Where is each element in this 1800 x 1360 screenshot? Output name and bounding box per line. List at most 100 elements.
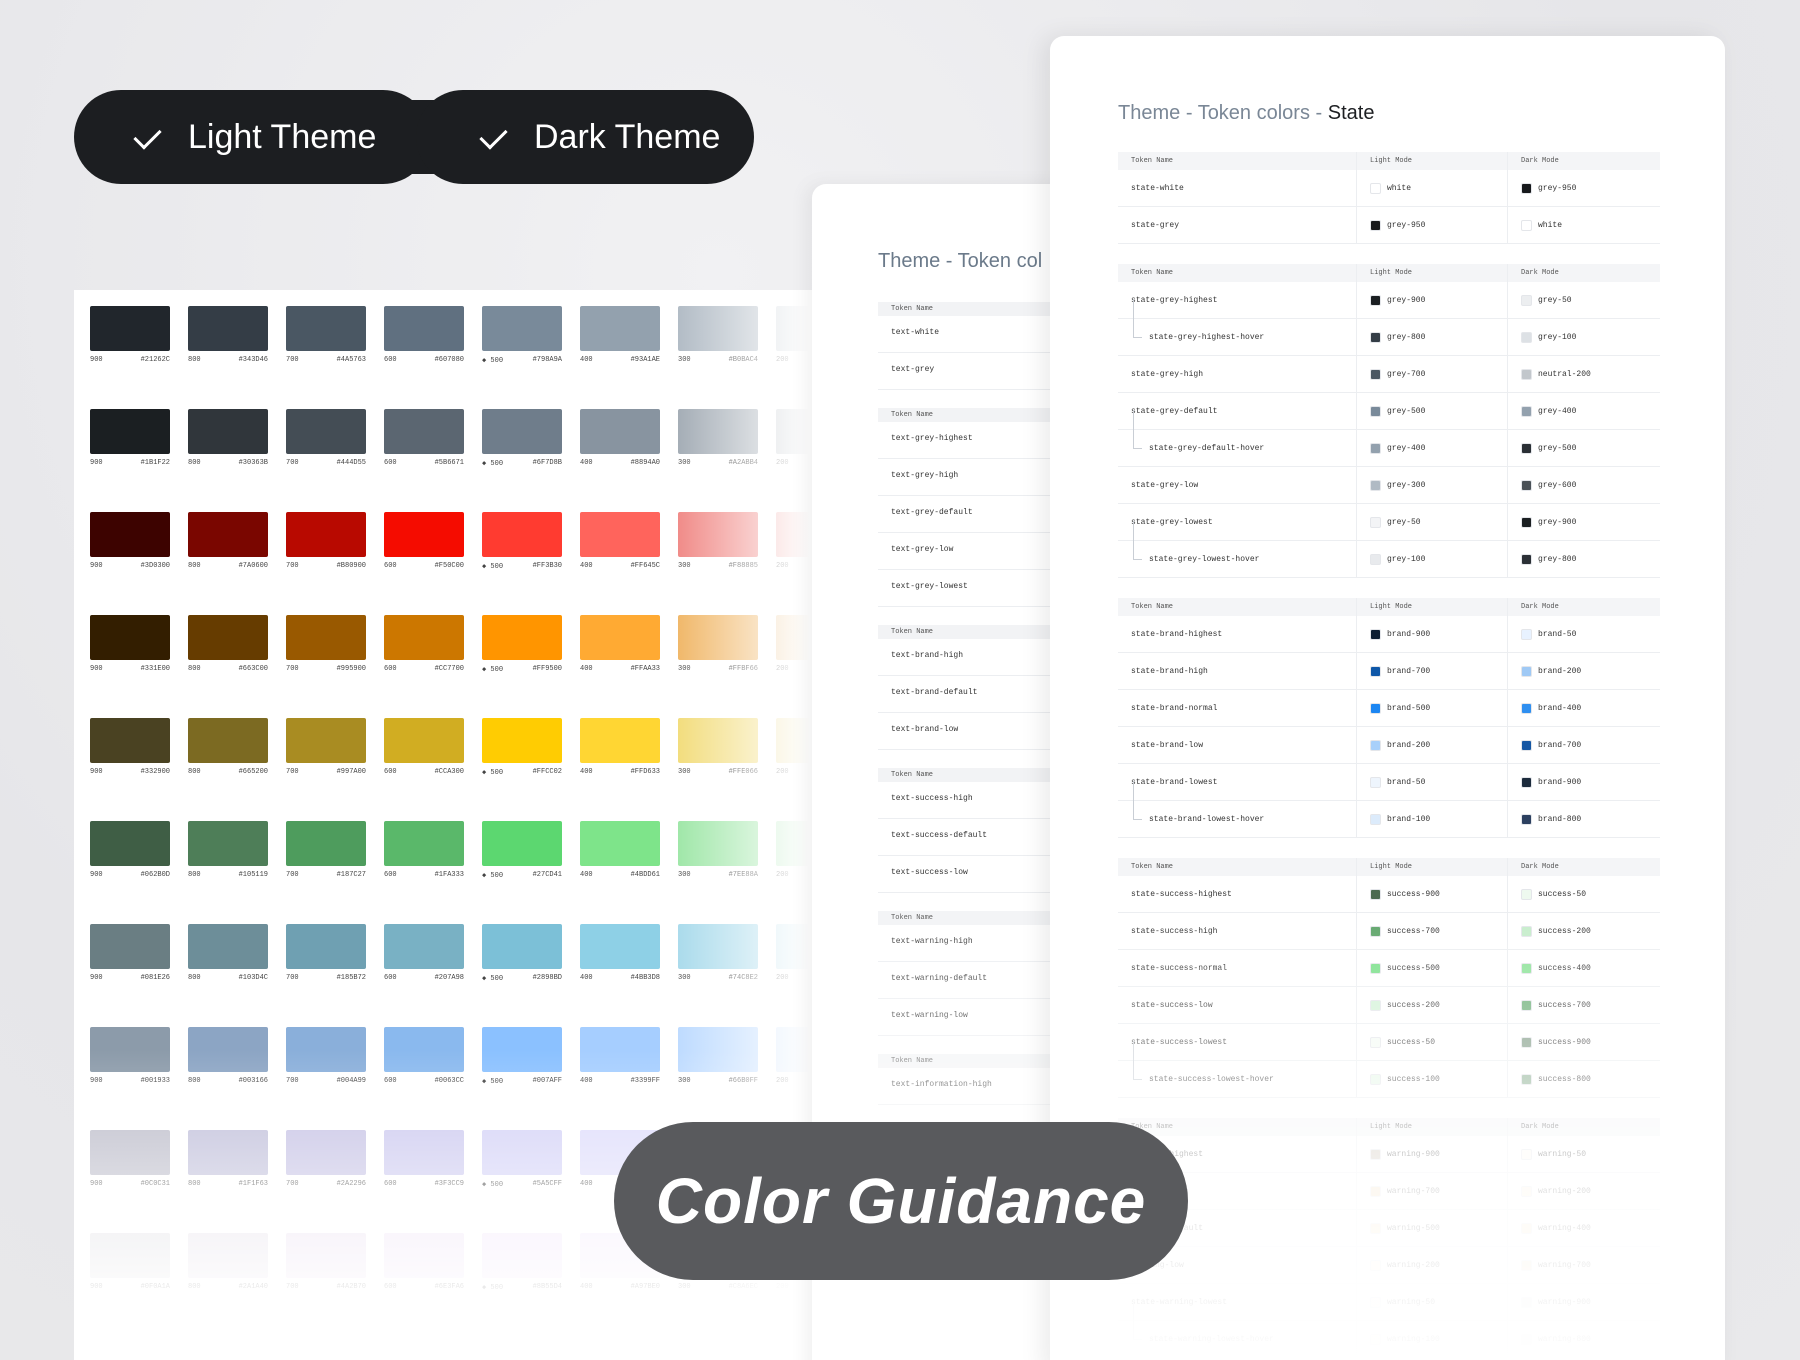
swatch-label: ◆ 500 #FF3B30 [482, 562, 562, 571]
state-token-row: state-grey-highest-hover grey-800 grey-100 [1118, 299, 1660, 356]
text-token-row: text-brand-low [878, 713, 1072, 750]
swatch-hex: #FFAA33 [630, 665, 660, 673]
swatch-label: 400 #FF645C [580, 562, 660, 570]
swatch-label: 800 #343D46 [188, 356, 268, 364]
swatch-hex: #CCA300 [434, 768, 464, 776]
swatch-success-3 [384, 821, 464, 866]
swatch-success-1 [188, 821, 268, 866]
text-token-row: text-grey-default [878, 496, 1072, 533]
dark-mode-cell: brand-50 [1507, 616, 1660, 652]
header-cell: Token Name [1131, 603, 1174, 611]
swatch-hex: #997A00 [336, 768, 366, 776]
text-token-row: text-grey [878, 353, 1072, 390]
color-chip [1370, 516, 1381, 528]
text-token-header: Token Name [878, 768, 1072, 782]
check-icon [474, 127, 508, 147]
header-cell: Token Name [1131, 157, 1174, 165]
color-chip [1521, 294, 1532, 306]
color-chip [1370, 219, 1381, 231]
title-theme: Theme [1118, 102, 1181, 124]
swatch-hex: #FF9500 [532, 665, 562, 673]
light-theme-badge: Light Theme [74, 90, 430, 184]
token-name: state-brand-highest [1131, 629, 1223, 639]
swatch-step: 900 [90, 562, 103, 570]
swatch-hex: #332900 [140, 768, 170, 776]
swatch-step: 400 [580, 356, 593, 364]
dark-mode-value: grey-600 [1538, 480, 1577, 490]
swatch-hex: #CC7700 [434, 665, 464, 673]
light-mode-value: grey-300 [1387, 480, 1426, 490]
text-token-row: text-grey-low [878, 533, 1072, 570]
swatch-hex: #103D4C [238, 974, 268, 982]
swatch-label: 900 #062B0D [90, 871, 170, 879]
color-chip [1521, 331, 1532, 343]
dark-mode-cell: brand-700 [1507, 727, 1660, 763]
title-sep: - [1315, 102, 1323, 124]
light-mode-value: grey-950 [1387, 220, 1426, 230]
swatch-hex: #995900 [336, 665, 366, 673]
swatch-hex: #4A5763 [336, 356, 366, 364]
token-name: state-brand-lowest [1131, 777, 1218, 787]
swatch-neutral-4 [482, 409, 562, 454]
text-token-row: text-grey-high [878, 459, 1072, 496]
dark-mode-value: grey-100 [1538, 332, 1577, 342]
swatch-step: 900 [90, 356, 103, 364]
dark-mode-value: neutral-200 [1538, 369, 1591, 379]
header-cell: Light Mode [1356, 264, 1507, 282]
token-name: state-white [1131, 183, 1184, 193]
swatch-step: 800 [188, 562, 201, 570]
swatch-neutral-0 [90, 409, 170, 454]
swatch-label: 600 #CCA300 [384, 768, 464, 776]
color-chip [1370, 776, 1381, 788]
swatch-step: 900 [90, 974, 103, 982]
swatch-red-3 [384, 512, 464, 557]
header-cell: Dark Mode [1507, 858, 1660, 876]
state-token-row: state-brand-normal brand-500 brand-400 [1118, 690, 1660, 727]
swatch-label: 800 #105119 [188, 871, 268, 879]
swatch-orange-1 [188, 615, 268, 660]
light-mode-value: brand-100 [1387, 814, 1431, 824]
swatch-hex: #665200 [238, 768, 268, 776]
state-token-row: state-grey-highest grey-900 grey-50 [1118, 282, 1660, 319]
swatch-neutral-2 [286, 409, 366, 454]
dark-mode-value: grey-500 [1538, 443, 1577, 453]
swatch-label: 700 #187C27 [286, 871, 366, 879]
swatch-step: 400 [580, 768, 593, 776]
light-mode-cell: brand-50 [1356, 764, 1507, 800]
swatch-label: 900 #21262C [90, 356, 170, 364]
token-name: state-grey-default-hover [1118, 410, 1356, 466]
swatch-hex: #FF645C [630, 562, 660, 570]
token-name: state-grey-lowest-hover [1118, 521, 1356, 577]
swatch-hex: #5B6671 [434, 459, 464, 467]
dark-mode-cell: brand-400 [1507, 690, 1660, 726]
light-mode-value: grey-800 [1387, 332, 1426, 342]
state-token-row: state-grey-default grey-500 grey-400 [1118, 393, 1660, 430]
swatch-step: 600 [384, 665, 397, 673]
swatch-orange-0 [90, 615, 170, 660]
swatch-hex: #FF3B30 [532, 562, 562, 570]
text-token-row: text-brand-high [878, 639, 1072, 676]
dark-mode-cell: grey-600 [1507, 467, 1660, 503]
color-chip [1521, 628, 1532, 640]
swatch-step: ◆ 500 [482, 563, 504, 571]
state-token-panel-title: Theme - Token colors - State [1118, 102, 1374, 125]
color-chip [1370, 294, 1381, 306]
swatch-step: 900 [90, 768, 103, 776]
swatch-hex: #343D46 [238, 356, 268, 364]
swatch-label: 800 #103D4C [188, 974, 268, 982]
header-cell: Dark Mode [1507, 264, 1660, 282]
swatch-label: 700 #4A5763 [286, 356, 366, 364]
swatch-teal-4 [482, 924, 562, 969]
header-cell: Light Mode [1356, 858, 1507, 876]
swatch-step: ◆ 500 [482, 357, 504, 365]
token-name: state-success-highest [1131, 889, 1232, 899]
swatch-step: 700 [286, 768, 299, 776]
light-mode-cell: grey-100 [1356, 541, 1507, 577]
swatch-hex: #93A1AE [630, 356, 660, 364]
swatch-grey-4 [482, 306, 562, 351]
text-token-row: text-brand-default [878, 676, 1072, 713]
swatch-hex: #8894A0 [630, 459, 660, 467]
swatch-hex: #30363B [238, 459, 268, 467]
swatch-label: 900 #1B1F22 [90, 459, 170, 467]
dark-mode-cell: white [1507, 207, 1660, 243]
